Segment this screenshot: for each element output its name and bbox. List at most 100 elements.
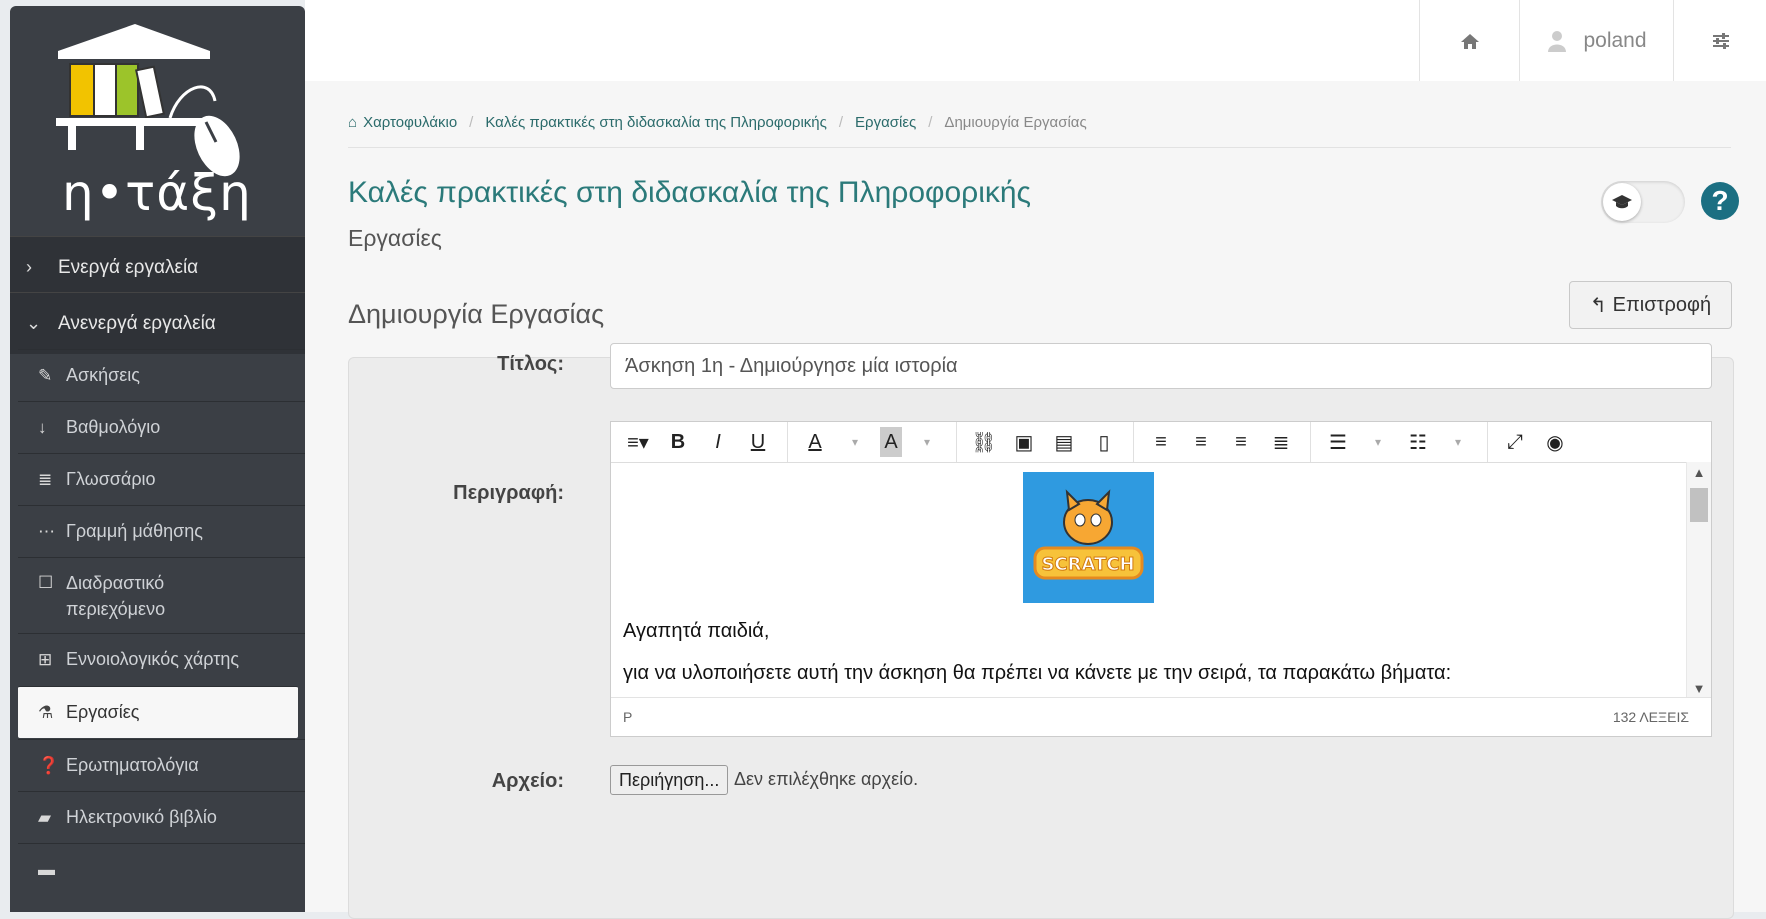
description-label: Περιγραφή: (453, 482, 564, 504)
sidebar-item-partial[interactable]: ▬ (18, 843, 305, 895)
bullet-list-dropdown-icon[interactable]: ▾ (1363, 427, 1393, 457)
sitemap-icon: ⊞ (38, 649, 53, 669)
section-label: Ανενεργά εργαλεία (58, 312, 216, 334)
bold-icon[interactable]: B (663, 427, 693, 457)
sort-numeric-icon: ↓ (38, 417, 47, 437)
browse-button[interactable]: Περιήγηση... (610, 765, 729, 795)
back-button[interactable]: ↰ Επιστροφή (1569, 281, 1732, 329)
link-icon[interactable]: ⛓ (969, 427, 999, 457)
breadcrumb-separator: / (838, 114, 844, 131)
editor-content[interactable]: SCRATCH Αγαπητά παιδιά, για να υλοποιήσε… (611, 462, 1687, 698)
image-icon[interactable]: ▣ (1009, 427, 1039, 457)
settings-button[interactable] (1673, 0, 1766, 81)
scratch-logo-text: SCRATCH (1041, 554, 1134, 575)
chevron-right-icon: › (26, 257, 32, 277)
student-view-toggle[interactable] (1601, 181, 1685, 223)
sidebar-item-questionnaires[interactable]: ❓ Ερωτηματολόγια (18, 739, 305, 791)
sidebar-item-glossary[interactable]: ≣ Γλωσσάριο (18, 453, 305, 505)
underline-icon[interactable]: U (743, 427, 773, 457)
word-count: 132 ΛΕΞΕΙΣ (1612, 709, 1689, 725)
book-icon: ▰ (38, 807, 52, 827)
editor-paragraph: για να υλοποιήσετε αυτή την άσκηση θα πρ… (623, 662, 1452, 684)
logo-graphic (56, 24, 240, 177)
reply-icon: ↰ (1589, 294, 1607, 317)
title-input[interactable]: Άσκηση 1η - Δημιούργησε μία ιστορία (610, 343, 1712, 389)
paragraph-format-icon[interactable]: ≡▾ (623, 427, 653, 457)
breadcrumb-portfolio[interactable]: Χαρτοφυλάκιο (363, 114, 457, 131)
user-icon (1548, 30, 1567, 52)
element-path[interactable]: P (623, 709, 632, 725)
sidebar-item-interactive-content[interactable]: ☐ Διαδραστικό περιεχόμενο (18, 557, 305, 633)
scroll-down-icon[interactable]: ▼ (1687, 678, 1711, 698)
file-status: Δεν επιλέχθηκε αρχείο. (734, 769, 919, 789)
breadcrumb-course[interactable]: Καλές πρακτικές στη διδασκαλία της Πληρο… (485, 114, 827, 131)
editor-statusbar: P 132 ΛΕΞΕΙΣ (611, 697, 1711, 736)
sidebar: η•τάξη › Ενεργά εργαλεία ⌄ Ανενεργά εργα… (10, 6, 305, 912)
scroll-up-icon[interactable]: ▲ (1687, 462, 1711, 482)
course-title[interactable]: Καλές πρακτικές στη διδασκαλία της Πληρο… (348, 176, 1031, 210)
sliders-icon (1712, 32, 1729, 49)
media-icon[interactable]: ▤ (1049, 427, 1079, 457)
username: poland (1583, 28, 1647, 52)
divider (348, 147, 1731, 148)
home-button[interactable] (1419, 0, 1520, 81)
list-icon: ≣ (38, 469, 53, 489)
rich-text-editor: ≡▾ B I U A ▾ A ▾ ⛓ ▣ ▤ ▯ ≡ ≡ ≡ ≣ ☰ ▾ ☷ ▾… (610, 421, 1712, 737)
sidebar-item-assignments[interactable]: ⚗ Εργασίες (18, 686, 298, 738)
align-justify-icon[interactable]: ≣ (1266, 427, 1296, 457)
flask-icon: ⚗ (38, 702, 54, 722)
section-inactive-tools[interactable]: ⌄ Ανενεργά εργαλεία (10, 292, 305, 354)
file-label: Αρχείο: (491, 770, 564, 792)
font-color-icon[interactable]: A (800, 427, 830, 457)
sidebar-item-ebook[interactable]: ▰ Ηλεκτρονικό βιβλίο (18, 791, 305, 843)
section-active-tools[interactable]: › Ενεργά εργαλεία (10, 236, 305, 298)
sidebar-item-concept-map[interactable]: ⊞ Εννοιολογικός χάρτης (18, 633, 305, 685)
generic-icon: ▬ (38, 859, 55, 879)
breadcrumb: ⌂ Χαρτοφυλάκιο / Καλές πρακτικές στη διδ… (348, 114, 1087, 131)
sidebar-item-gradebook[interactable]: ↓ Βαθμολόγιο (18, 401, 305, 453)
page-heading: Δημιουργία Εργασίας (348, 299, 605, 329)
background-color-icon[interactable]: A (880, 427, 902, 457)
numbered-list-icon[interactable]: ☷ (1403, 427, 1433, 457)
user-menu[interactable]: poland (1519, 0, 1674, 81)
top-bar: poland (305, 0, 1766, 82)
bullet-list-icon[interactable]: ☰ (1323, 427, 1353, 457)
editor-toolbar: ≡▾ B I U A ▾ A ▾ ⛓ ▣ ▤ ▯ ≡ ≡ ≡ ≣ ☰ ▾ ☷ ▾… (611, 422, 1711, 463)
sidebar-item-label: Γλωσσάριο (66, 469, 156, 489)
site-logo[interactable]: η•τάξη (10, 6, 305, 266)
sidebar-item-label: Διαδραστικό περιεχόμενο (66, 573, 166, 619)
back-label: Επιστροφή (1612, 293, 1712, 316)
section-label: Ενεργά εργαλεία (58, 256, 199, 278)
background-color-dropdown-icon[interactable]: ▾ (912, 427, 942, 457)
sidebar-item-label: Ασκήσεις (66, 365, 140, 385)
breadcrumb-assignments[interactable]: Εργασίες (855, 114, 916, 131)
chevron-down-icon: ⌄ (26, 313, 42, 333)
help-icon[interactable]: ? (1701, 182, 1739, 220)
align-left-icon[interactable]: ≡ (1146, 427, 1176, 457)
course-subtitle: Εργασίες (348, 225, 442, 251)
italic-icon[interactable]: I (703, 427, 733, 457)
sidebar-item-learning-path[interactable]: ⋯ Γραμμή μάθησης (18, 505, 305, 557)
document-icon[interactable]: ▯ (1089, 427, 1119, 457)
sidebar-item-exercises[interactable]: ✎ Ασκήσεις (18, 349, 305, 401)
home-small-icon: ⌂ (348, 114, 358, 131)
sidebar-item-label: Ερωτηματολόγια (66, 755, 199, 775)
editor-scrollbar[interactable]: ▲ ▼ (1686, 462, 1711, 698)
numbered-list-dropdown-icon[interactable]: ▾ (1443, 427, 1473, 457)
sidebar-item-label: Βαθμολόγιο (66, 417, 161, 437)
fullscreen-icon[interactable]: ⤢ (1500, 427, 1530, 457)
title-label: Τίτλος: (497, 353, 564, 375)
home-icon (1461, 33, 1479, 49)
scroll-thumb[interactable] (1690, 488, 1708, 522)
align-right-icon[interactable]: ≡ (1226, 427, 1256, 457)
preview-eye-icon[interactable]: ◉ (1540, 427, 1570, 457)
logo-text: η•τάξη (62, 164, 252, 222)
sidebar-item-label: Εννοιολογικός χάρτης (66, 649, 240, 669)
sidebar-item-label: Ηλεκτρονικό βιβλίο (66, 807, 217, 827)
ellipsis-icon: ⋯ (38, 521, 55, 541)
font-color-dropdown-icon[interactable]: ▾ (840, 427, 870, 457)
align-center-icon[interactable]: ≡ (1186, 427, 1216, 457)
sidebar-item-label: Γραμμή μάθησης (66, 521, 203, 541)
scratch-image[interactable]: SCRATCH (1023, 472, 1154, 603)
breadcrumb-separator: / (469, 114, 474, 131)
